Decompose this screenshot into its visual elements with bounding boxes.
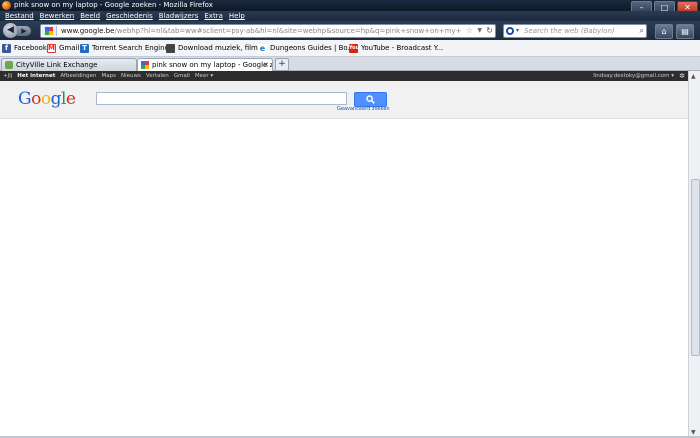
menu-bestand[interactable]: Bestand <box>2 11 37 21</box>
url-bar[interactable]: www.google.be/webhp?hl=nl&tab=ww#sclient… <box>40 24 496 38</box>
results-area <box>0 119 688 436</box>
gbar-item-gmail[interactable]: Gmail <box>174 71 190 81</box>
site-identity-icon[interactable] <box>42 26 57 36</box>
torrent-icon: T <box>80 43 89 53</box>
search-placeholder: Search the web (Babylon) <box>524 27 615 35</box>
bookmark-facebook[interactable]: f Facebook <box>2 40 47 56</box>
menu-extra[interactable]: Extra <box>201 11 225 21</box>
scrollbar-thumb[interactable] <box>691 179 700 356</box>
gear-icon[interactable]: ✲ <box>679 71 685 81</box>
tab-google-search[interactable]: pink snow on my laptop - Google zoe... ✕ <box>137 58 273 72</box>
scroll-down-icon[interactable]: ▼ <box>691 429 696 436</box>
bookmarks-toolbar: f Facebook M Gmail T Torrent Search Engine … <box>0 40 700 57</box>
back-forward-group: ◀ ▶ <box>3 23 33 38</box>
search-engine-icon[interactable] <box>506 27 514 35</box>
google-bar: +Jij Het internet Afbeeldingen Maps Nieu… <box>0 71 688 81</box>
google-favicon-icon <box>141 61 149 69</box>
tab-cityville[interactable]: CityVille Link Exchange <box>1 58 137 71</box>
bookmark-dungeons-guides[interactable]: e Dungeons Guides | Bo... <box>258 40 354 56</box>
bookmark-youtube[interactable]: You YouTube - Broadcast Y... <box>349 40 443 56</box>
cityville-icon <box>5 61 13 69</box>
web-search-box[interactable]: ▾ Search the web (Babylon) ⌕ <box>503 24 647 38</box>
vertical-scrollbar[interactable]: ▲ ▼ <box>688 71 700 438</box>
url-history-dropdown-icon[interactable]: ▼ <box>477 25 482 37</box>
menu-bladwijzers[interactable]: Bladwijzers <box>156 11 202 21</box>
scroll-up-icon[interactable]: ▲ <box>691 73 696 80</box>
gbar-item-afbeeldingen[interactable]: Afbeeldingen <box>60 71 96 81</box>
gmail-icon: M <box>47 43 56 53</box>
search-icon <box>366 95 375 104</box>
search-engine-dropdown-icon[interactable]: ▾ <box>516 25 519 37</box>
close-tab-icon[interactable]: ✕ <box>263 59 269 71</box>
gbar-item-het-internet[interactable]: Het internet <box>17 71 55 81</box>
title-bar: pink snow on my laptop - Google zoeken -… <box>0 0 700 15</box>
gbar-item-meer[interactable]: Meer ▾ <box>195 71 213 81</box>
search-input[interactable] <box>96 92 347 105</box>
home-icon[interactable]: ⌂ <box>655 24 673 39</box>
menu-help[interactable]: Help <box>226 11 248 21</box>
facebook-icon: f <box>2 43 11 53</box>
menu-geschiedenis[interactable]: Geschiedenis <box>103 11 156 21</box>
new-tab-button[interactable]: + <box>275 58 289 71</box>
bookmark-gmail[interactable]: M Gmail <box>47 40 79 56</box>
bookmark-download-muziek[interactable]: Download muziek, film... <box>166 40 265 56</box>
printer-icon <box>166 43 175 53</box>
url-text[interactable]: www.google.be/webhp?hl=nl&tab=ww#sclient… <box>61 25 461 37</box>
gbar-item-vertalen[interactable]: Vertalen <box>146 71 169 81</box>
navigation-toolbar: ◀ ▶ www.google.be/webhp?hl=nl&tab=ww#scl… <box>0 21 700 40</box>
menu-bar: Bestand Bewerken Beeld Geschiedenis Blad… <box>0 11 700 21</box>
gbar-item-nieuws[interactable]: Nieuws <box>121 71 141 81</box>
google-logo[interactable]: Google <box>18 89 76 109</box>
window-title: pink snow on my laptop - Google zoeken -… <box>14 1 213 9</box>
menu-beeld[interactable]: Beeld <box>77 11 103 21</box>
gbar-item-maps[interactable]: Maps <box>101 71 115 81</box>
search-icon[interactable]: ⌕ <box>640 25 644 37</box>
bookmark-star-icon[interactable]: ☆ <box>466 25 473 37</box>
url-path: /webhp?hl=nl&tab=ww#sclient=psy-ab&hl=nl… <box>114 27 461 35</box>
reload-icon[interactable]: ↻ <box>486 25 493 37</box>
firefox-icon <box>2 1 11 10</box>
tab-strip: CityVille Link Exchange pink snow on my … <box>0 57 700 72</box>
forward-button[interactable]: ▶ <box>17 26 31 36</box>
gbar-item-jij[interactable]: +Jij <box>3 71 12 81</box>
advanced-search-link[interactable]: Geavanceerd zoeken <box>337 106 390 112</box>
back-button[interactable]: ◀ <box>3 23 18 38</box>
menu-bewerken[interactable]: Bewerken <box>37 11 78 21</box>
youtube-icon: You <box>349 43 360 53</box>
downloads-icon[interactable]: ▤ <box>676 24 694 39</box>
google-search-header: Google Geavanceerd zoeken <box>0 81 688 119</box>
ie-icon: e <box>258 43 267 53</box>
search-button[interactable] <box>354 92 387 107</box>
url-domain: www.google.be <box>61 27 115 35</box>
bookmark-torrent[interactable]: T Torrent Search Engine <box>80 40 169 56</box>
account-menu[interactable]: lindsay.destoky@gmail.com ▾ <box>593 71 674 81</box>
